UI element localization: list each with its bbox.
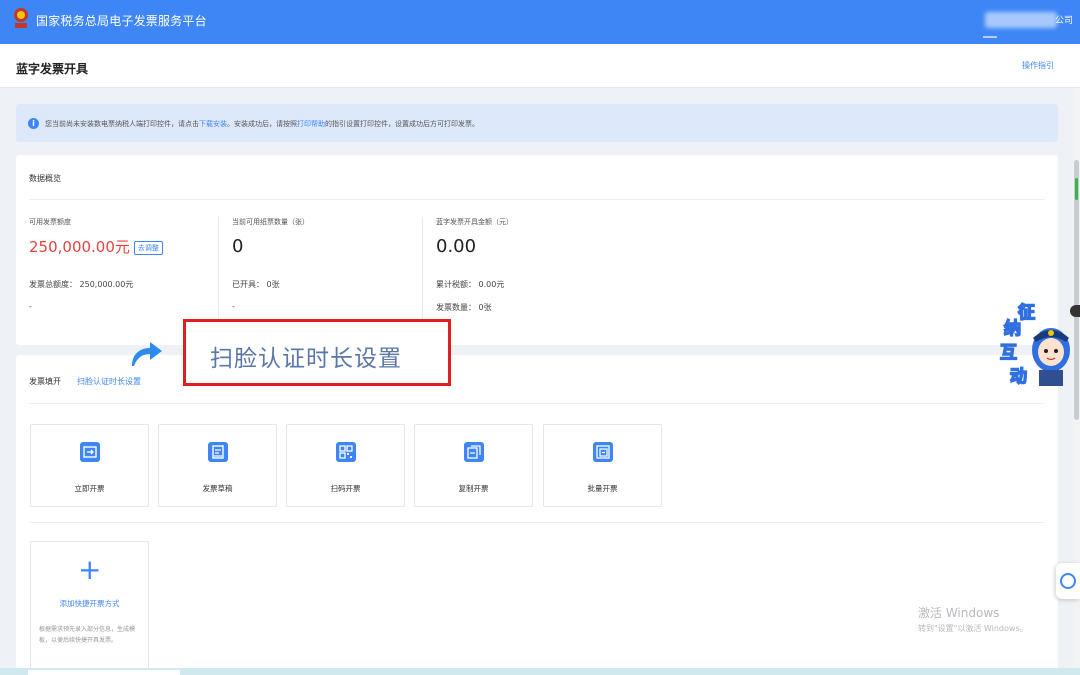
operation-guide-link[interactable]: 操作指引: [1022, 60, 1054, 71]
mascot-character-icon: [1032, 328, 1070, 386]
paper-extra: -: [232, 302, 235, 311]
cumulative-tax: 累计税额： 0.00元: [436, 280, 505, 289]
notice-text-middle: 。安装成功后，请按照: [227, 120, 297, 128]
plus-icon: +: [78, 553, 102, 586]
notice-text-before: 您当前尚未安装数电票纳税人端打印控件，请点击: [45, 120, 199, 128]
issue-invoice-now-tile[interactable]: 立即开票: [30, 424, 149, 507]
tile-label: 发票草稿: [202, 484, 233, 493]
interaction-mascot[interactable]: 征 纳 互 动: [998, 298, 1074, 390]
app-title: 国家税务总局电子发票服务平台: [36, 14, 207, 28]
info-icon: i: [28, 118, 39, 129]
quota-value: 250,000.00元: [29, 238, 130, 256]
page-header: 蓝字发票开具 操作指引: [0, 44, 1080, 88]
user-company-suffix[interactable]: 公司: [1055, 13, 1073, 26]
blue-invoice-amount-column: 蓝字发票开具金额（元） 0.00 累计税额： 0.00元 发票数量： 0张: [436, 217, 636, 313]
paper-count-label: 当前可用纸票数量（张）: [232, 218, 309, 226]
floating-assistant-button[interactable]: [1056, 563, 1080, 599]
windows-activation-sub: 转到"设置"以激活 Windows。: [918, 624, 1028, 633]
quota-extra: -: [29, 302, 32, 311]
install-notice-banner: i 您当前尚未安装数电票纳税人端打印控件，请点击下载安装。安装成功后，请按照打印…: [16, 104, 1058, 142]
data-overview-card: 数据概览 可用发票额度 250,000.00元 去调整 发票总额度： 250,00…: [16, 155, 1058, 345]
side-handle[interactable]: [1070, 305, 1080, 317]
mascot-char: 互: [999, 342, 1018, 364]
face-auth-duration-link[interactable]: 扫脸认证时长设置: [77, 376, 141, 387]
invoice-now-icon: [80, 442, 100, 462]
notice-text-after: 的指引设置打印控件，设置成功后方可打印发票。: [325, 120, 479, 128]
quota-label: 可用发票额度: [29, 218, 71, 226]
column-separator: [218, 217, 219, 335]
qr-code-icon: [336, 442, 356, 462]
pointer-arrow-icon: [132, 342, 162, 366]
fill-divider: [29, 403, 1045, 404]
draft-icon: [208, 442, 228, 462]
callout-text: 扫脸认证时长设置: [210, 346, 402, 372]
overview-divider: [29, 199, 1045, 200]
add-quick-invoice-tile[interactable]: + 添加快捷开票方式 根据需求预先录入部分信息，生成模板，以便后续快捷开具发票。: [30, 541, 149, 675]
print-help-link[interactable]: 打印帮助: [297, 120, 325, 128]
quota-value-row: 250,000.00元 去调整: [29, 236, 229, 257]
batch-invoice-tile[interactable]: 批量开票: [543, 424, 662, 507]
tile-label: 复制开票: [458, 484, 489, 493]
top-bar: 国家税务总局电子发票服务平台 公司: [0, 0, 1080, 44]
scan-invoice-tile[interactable]: 扫码开票: [286, 424, 405, 507]
notice-text: 您当前尚未安装数电票纳税人端打印控件，请点击下载安装。安装成功后，请按照打印帮助…: [45, 119, 479, 129]
tile-label: 扫码开票: [330, 484, 361, 493]
invoice-count: 发票数量： 0张: [436, 303, 492, 312]
total-quota: 发票总额度： 250,000.00元: [29, 280, 134, 289]
paper-count-value: 0: [232, 236, 244, 257]
scrollbar-indicator: [1075, 178, 1078, 200]
page-title: 蓝字发票开具: [16, 62, 89, 76]
column-separator: [422, 217, 423, 335]
add-quick-description: 根据需求预先录入部分信息，生成模板，以便后续快捷开具发票。: [39, 626, 136, 644]
horizontal-scrollbar[interactable]: [28, 670, 180, 675]
download-install-link[interactable]: 下载安装: [199, 120, 227, 128]
issued-count: 已开具： 0张: [232, 280, 280, 289]
tax-emblem-logo: [14, 8, 28, 28]
tile-label: 立即开票: [74, 484, 105, 493]
fill-divider-lower: [29, 522, 1045, 523]
highlight-callout: 扫脸认证时长设置: [183, 319, 451, 386]
overview-title: 数据概览: [29, 174, 61, 183]
copy-invoice-tile[interactable]: 复制开票: [414, 424, 533, 507]
mascot-char: 纳: [1003, 318, 1022, 340]
windows-activation-title: 激活 Windows: [918, 606, 1000, 620]
invoice-draft-tile[interactable]: 发票草稿: [158, 424, 277, 507]
amount-label: 蓝字发票开具金额（元）: [436, 218, 513, 226]
user-name-blurred[interactable]: [985, 12, 1057, 28]
adjust-quota-button[interactable]: 去调整: [133, 240, 163, 255]
fill-title: 发票填开: [29, 377, 61, 386]
tile-label: 批量开票: [587, 484, 618, 493]
mascot-char: 动: [1009, 366, 1028, 388]
copy-invoice-icon: [464, 442, 484, 462]
batch-invoice-icon: [593, 442, 613, 462]
amount-value: 0.00: [436, 236, 477, 257]
add-quick-title: 添加快捷开票方式: [59, 599, 120, 608]
user-underline: [983, 36, 997, 38]
assistant-icon: [1060, 573, 1076, 589]
quota-column: 可用发票额度 250,000.00元 去调整 发票总额度： 250,000.00元…: [29, 217, 229, 311]
paper-invoice-column: 当前可用纸票数量（张） 0 已开具： 0张 -: [232, 217, 432, 311]
invoice-fill-card: 发票填开 扫脸认证时长设置 立即开票 发票草稿 扫码开票 复制开票 批量开票 +…: [16, 355, 1058, 675]
